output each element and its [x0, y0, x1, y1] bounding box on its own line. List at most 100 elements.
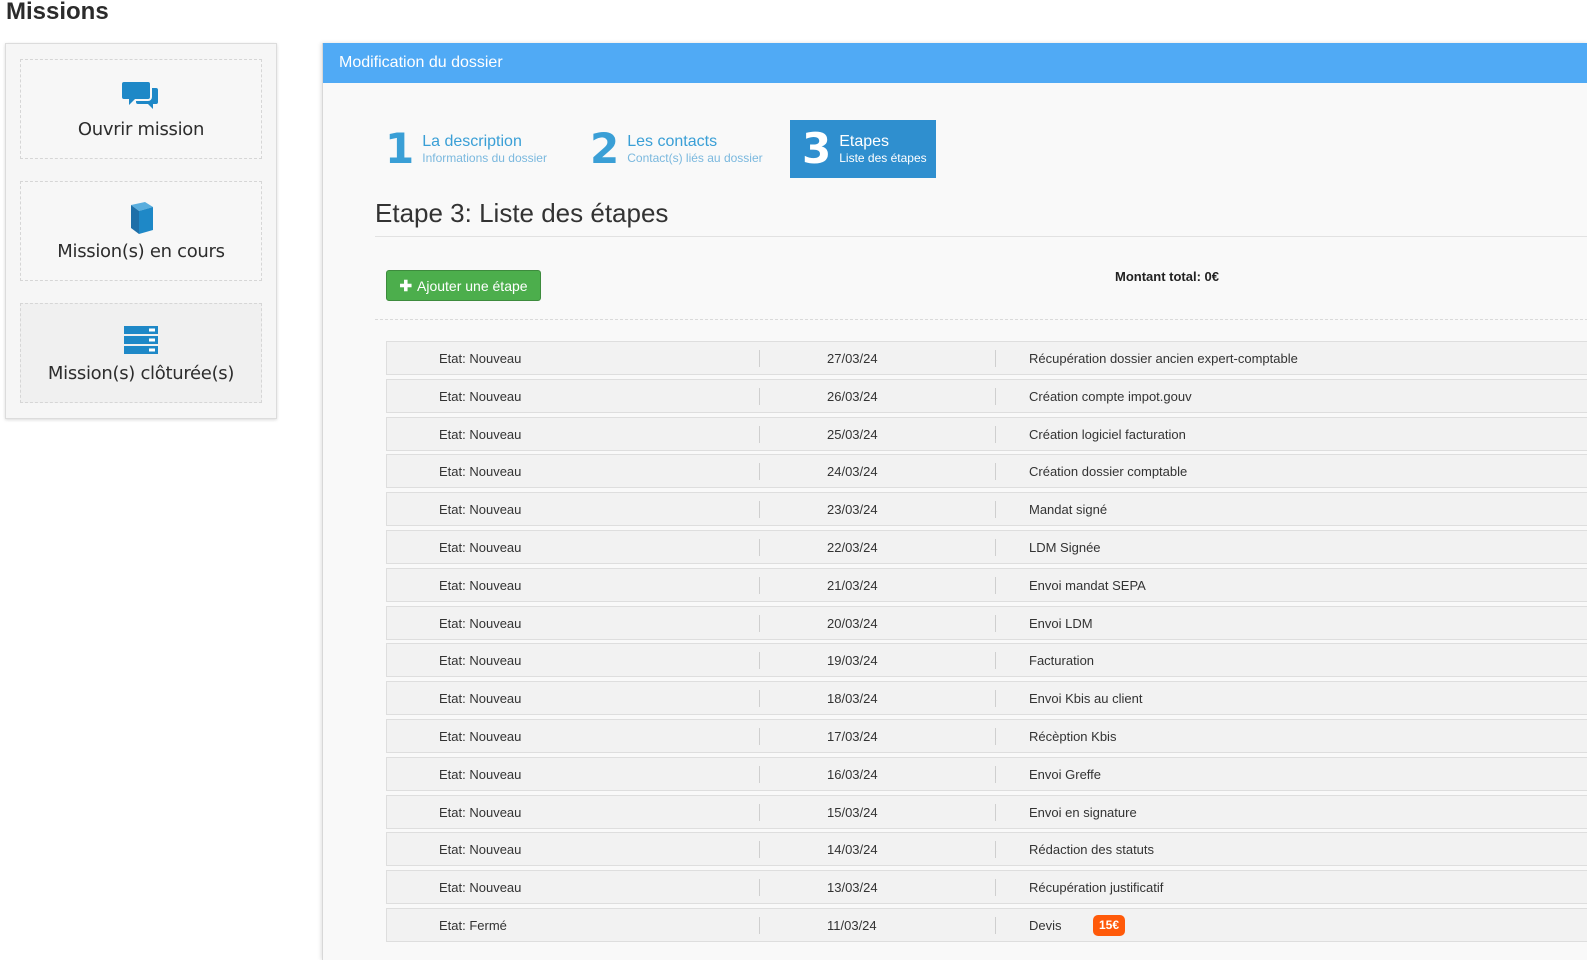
etape-status: Etat: Nouveau: [439, 577, 522, 593]
etape-row[interactable]: Etat: Nouveau 24/03/24 Création dossier co…: [386, 454, 1587, 489]
column-separator: [995, 463, 996, 481]
dossier-panel: Modification du dossier 1 La description…: [322, 43, 1587, 960]
column-separator: [759, 576, 760, 594]
etape-row[interactable]: Etat: Nouveau 18/03/24 Envoi Kbis au clien…: [386, 681, 1587, 716]
sidebar: Ouvrir mission Mission(s) en cours Missi…: [5, 43, 277, 419]
etape-date: 26/03/24: [827, 388, 878, 404]
step-subtitle: Contact(s) liés au dossier: [627, 151, 763, 165]
column-separator: [995, 879, 996, 897]
etape-row[interactable]: Etat: Nouveau 14/03/24 Rédaction des statu…: [386, 832, 1587, 867]
etape-date: 14/03/24: [827, 842, 878, 858]
server-icon: [123, 323, 159, 357]
column-separator: [995, 425, 996, 443]
etape-description: Création logiciel facturation: [1029, 426, 1186, 442]
column-separator: [995, 727, 996, 745]
etape-description: Envoi Greffe: [1029, 766, 1102, 782]
column-separator: [759, 765, 760, 783]
etape-description: Envoi Kbis au client: [1029, 691, 1143, 707]
etape-status: Etat: Nouveau: [439, 539, 522, 555]
etape-status: Etat: Nouveau: [439, 691, 522, 707]
etape-row[interactable]: Etat: Nouveau 21/03/24 Envoi mandat SEPA: [386, 567, 1587, 602]
etape-description: Envoi en signature: [1029, 804, 1137, 820]
etape-description: Devis: [1029, 917, 1062, 933]
total-amount: Montant total: 0€: [1115, 269, 1219, 284]
column-separator: [995, 350, 996, 367]
etape-status: Etat: Nouveau: [439, 880, 522, 896]
etape-date: 17/03/24: [827, 728, 878, 744]
step-title: Etapes: [839, 133, 890, 150]
etape-row[interactable]: Etat: Nouveau 16/03/24 Envoi Greffe: [386, 756, 1587, 791]
etape-row[interactable]: Etat: Fermé 11/03/24 Devis 15€: [386, 907, 1587, 942]
column-separator: [995, 803, 996, 821]
column-separator: [995, 614, 996, 632]
etape-status: Etat: Nouveau: [439, 351, 522, 366]
column-separator: [759, 387, 760, 405]
column-separator: [759, 690, 760, 708]
column-separator: [759, 350, 760, 367]
etape-description: Récupération justificatif: [1029, 880, 1164, 896]
etape-status: Etat: Nouveau: [439, 464, 522, 480]
step-subtitle: Informations du dossier: [422, 151, 547, 165]
etape-description: Envoi mandat SEPA: [1029, 577, 1146, 593]
column-separator: [759, 652, 760, 670]
etape-row[interactable]: Etat: Nouveau 17/03/24 Récèption Kbis: [386, 718, 1587, 753]
etape-status: Etat: Nouveau: [439, 728, 522, 744]
etape-description: Création compte impot.gouv: [1029, 388, 1192, 404]
etape-row[interactable]: Etat: Nouveau 25/03/24 Création logiciel f…: [386, 416, 1587, 451]
etape-row[interactable]: Etat: Nouveau 19/03/24 Facturation: [386, 643, 1587, 678]
sidebar-item-missions-en-cours[interactable]: Mission(s) en cours: [20, 181, 262, 281]
step-title: La description: [422, 133, 522, 150]
sidebar-item-label: Mission(s) clôturée(s): [47, 362, 235, 384]
etape-list: Etat: Nouveau 27/03/24 Récupération dossie…: [386, 341, 1587, 946]
book-icon: [127, 201, 155, 235]
etape-row[interactable]: Etat: Nouveau 23/03/24 Mandat signé: [386, 492, 1587, 527]
sidebar-item-open-mission[interactable]: Ouvrir mission: [20, 59, 262, 159]
etape-row[interactable]: Etat: Nouveau 20/03/24 Envoi LDM: [386, 605, 1587, 640]
etape-status: Etat: Nouveau: [439, 653, 522, 669]
wizard-step-etapes[interactable]: 3 Etapes Liste des étapes: [790, 120, 936, 178]
divider: [375, 236, 1587, 237]
etape-description: Récèption Kbis: [1029, 728, 1117, 744]
add-etape-button[interactable]: ✚ Ajouter une étape: [386, 270, 541, 301]
etape-date: 18/03/24: [827, 691, 878, 707]
sidebar-item-missions-cloturees[interactable]: Mission(s) clôturée(s): [20, 303, 262, 403]
step-subtitle: Liste des étapes: [839, 151, 927, 165]
etape-date: 15/03/24: [827, 804, 878, 820]
etape-date: 27/03/24: [827, 351, 878, 366]
etape-row[interactable]: Etat: Nouveau 13/03/24 Récupération justif…: [386, 870, 1587, 905]
section-title: Etape 3: Liste des étapes: [375, 198, 669, 228]
step-number: 3: [802, 124, 832, 173]
etape-date: 24/03/24: [827, 464, 878, 480]
etape-row[interactable]: Etat: Nouveau 22/03/24 LDM Signée: [386, 529, 1587, 564]
column-separator: [759, 538, 760, 556]
etape-date: 11/03/24: [827, 917, 877, 933]
column-separator: [995, 387, 996, 405]
etape-description: Envoi LDM: [1029, 615, 1093, 631]
etape-description: Mandat signé: [1029, 502, 1108, 518]
etape-description: Création dossier comptable: [1029, 464, 1188, 480]
column-separator: [759, 463, 760, 481]
column-separator: [995, 765, 996, 783]
column-separator: [759, 501, 760, 519]
wizard-step-contacts[interactable]: 2 Les contacts Contact(s) liés au dossie…: [590, 120, 763, 178]
etape-status: Etat: Nouveau: [439, 766, 522, 782]
wizard-step-description[interactable]: 1 La description Informations du dossier: [385, 120, 547, 178]
etape-date: 23/03/24: [827, 502, 878, 518]
etape-date: 20/03/24: [827, 615, 878, 631]
column-separator: [759, 916, 760, 934]
column-separator: [995, 501, 996, 519]
step-number: 1: [385, 124, 415, 173]
etape-row[interactable]: Etat: Nouveau 27/03/24 Récupération dossie…: [386, 341, 1587, 375]
etape-row[interactable]: Etat: Nouveau 26/03/24 Création compte imp…: [386, 378, 1587, 413]
column-separator: [759, 614, 760, 632]
etape-status: Etat: Nouveau: [439, 615, 522, 631]
column-separator: [995, 916, 996, 934]
page-title: Missions: [6, 0, 109, 25]
etape-date: 22/03/24: [827, 539, 878, 555]
etape-row[interactable]: Etat: Nouveau 15/03/24 Envoi en signature: [386, 794, 1587, 829]
etape-description: LDM Signée: [1029, 539, 1101, 555]
step-number: 2: [590, 124, 620, 173]
etape-status: Etat: Nouveau: [439, 426, 522, 442]
etape-date: 25/03/24: [827, 426, 878, 442]
column-separator: [759, 803, 760, 821]
